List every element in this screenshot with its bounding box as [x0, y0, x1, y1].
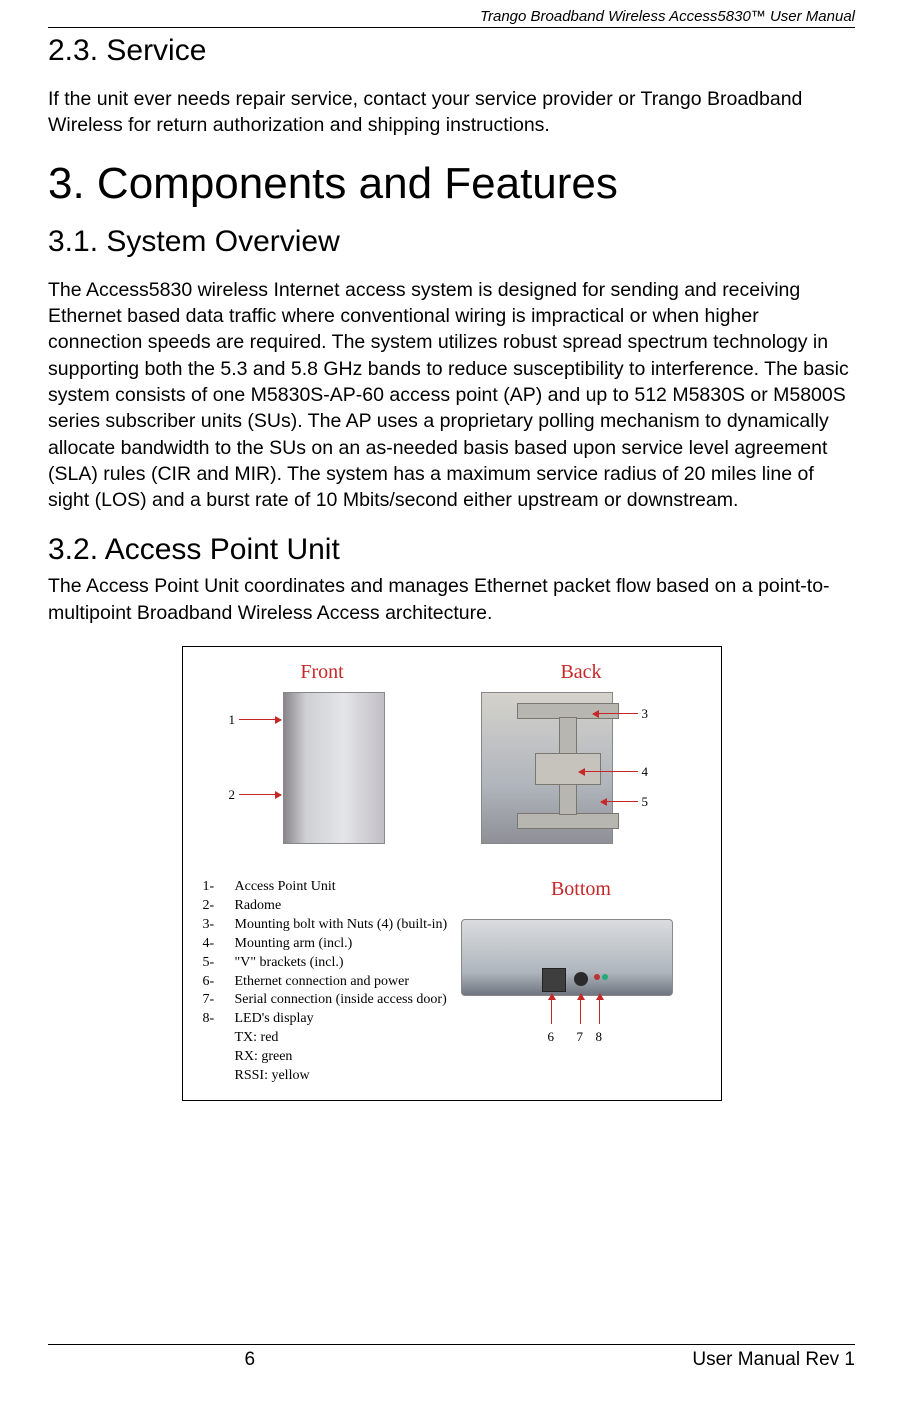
paragraph-3-2: The Access Point Unit coordinates and ma…	[48, 573, 855, 626]
list-item: 8-LED's display TX: red RX: green RSSI: …	[203, 1010, 452, 1086]
back-view: 3 4 5	[461, 692, 700, 872]
page-number: 6	[48, 1349, 452, 1371]
callout-4: 4	[641, 764, 648, 780]
arrow-icon	[579, 771, 638, 772]
list-item: 5-"V" brackets (incl.)	[203, 954, 452, 973]
list-item: 1-Access Point Unit	[203, 878, 452, 897]
arrow-icon	[593, 713, 638, 714]
parts-list: 1-Access Point Unit 2-Radome 3-Mounting …	[203, 878, 452, 1086]
heading-3-2: 3.2. Access Point Unit	[48, 533, 855, 567]
running-header: Trango Broadband Wireless Access5830™ Us…	[48, 0, 855, 28]
arrow-icon	[599, 994, 600, 1024]
list-item: 6-Ethernet connection and power	[203, 973, 452, 992]
back-label: Back	[461, 661, 700, 684]
access-point-diagram: Front 1 2 Back	[182, 646, 722, 1101]
running-title-text: Trango Broadband Wireless Access5830™ Us…	[480, 8, 855, 25]
heading-2-3: 2.3. Service	[48, 34, 855, 68]
back-column: Back 3 4 5	[461, 661, 700, 872]
document-page: Trango Broadband Wireless Access5830™ Us…	[0, 0, 903, 1407]
callout-8: 8	[595, 1029, 602, 1045]
front-view: 1 2	[203, 692, 442, 872]
list-item: 4-Mounting arm (incl.)	[203, 935, 452, 954]
paragraph-3-1: The Access5830 wireless Internet access …	[48, 277, 855, 514]
callout-7: 7	[576, 1029, 583, 1045]
callout-2: 2	[229, 787, 236, 803]
callout-6: 6	[547, 1029, 554, 1045]
page-footer: 6 User Manual Rev 1	[48, 1344, 855, 1371]
footer-label: User Manual Rev 1	[452, 1349, 856, 1371]
heading-3-1: 3.1. System Overview	[48, 225, 855, 259]
arrow-icon	[239, 794, 281, 795]
arrow-icon	[580, 994, 581, 1024]
bottom-view: 6 7 8	[461, 909, 700, 1069]
front-label: Front	[203, 661, 442, 684]
front-column: Front 1 2	[203, 661, 442, 872]
bottom-label: Bottom	[461, 878, 700, 901]
diagram-top-row: Front 1 2 Back	[203, 661, 701, 872]
bottom-image-icon	[461, 919, 673, 996]
diagram-bottom-row: 1-Access Point Unit 2-Radome 3-Mounting …	[203, 878, 701, 1086]
callout-5: 5	[641, 794, 648, 810]
arrow-icon	[601, 801, 638, 802]
list-item: 7-Serial connection (inside access door)	[203, 991, 452, 1010]
paragraph-2-3: If the unit ever needs repair service, c…	[48, 86, 855, 139]
heading-chapter-3: 3. Components and Features	[48, 159, 855, 209]
list-item: 2-Radome	[203, 897, 452, 916]
callout-1: 1	[229, 712, 236, 728]
arrow-icon	[239, 719, 281, 720]
list-item: 3-Mounting bolt with Nuts (4) (built-in)	[203, 916, 452, 935]
callout-3: 3	[641, 706, 648, 722]
bottom-column: Bottom 6 7 8	[461, 878, 700, 1086]
arrow-icon	[551, 994, 552, 1024]
front-image-icon	[283, 692, 385, 844]
